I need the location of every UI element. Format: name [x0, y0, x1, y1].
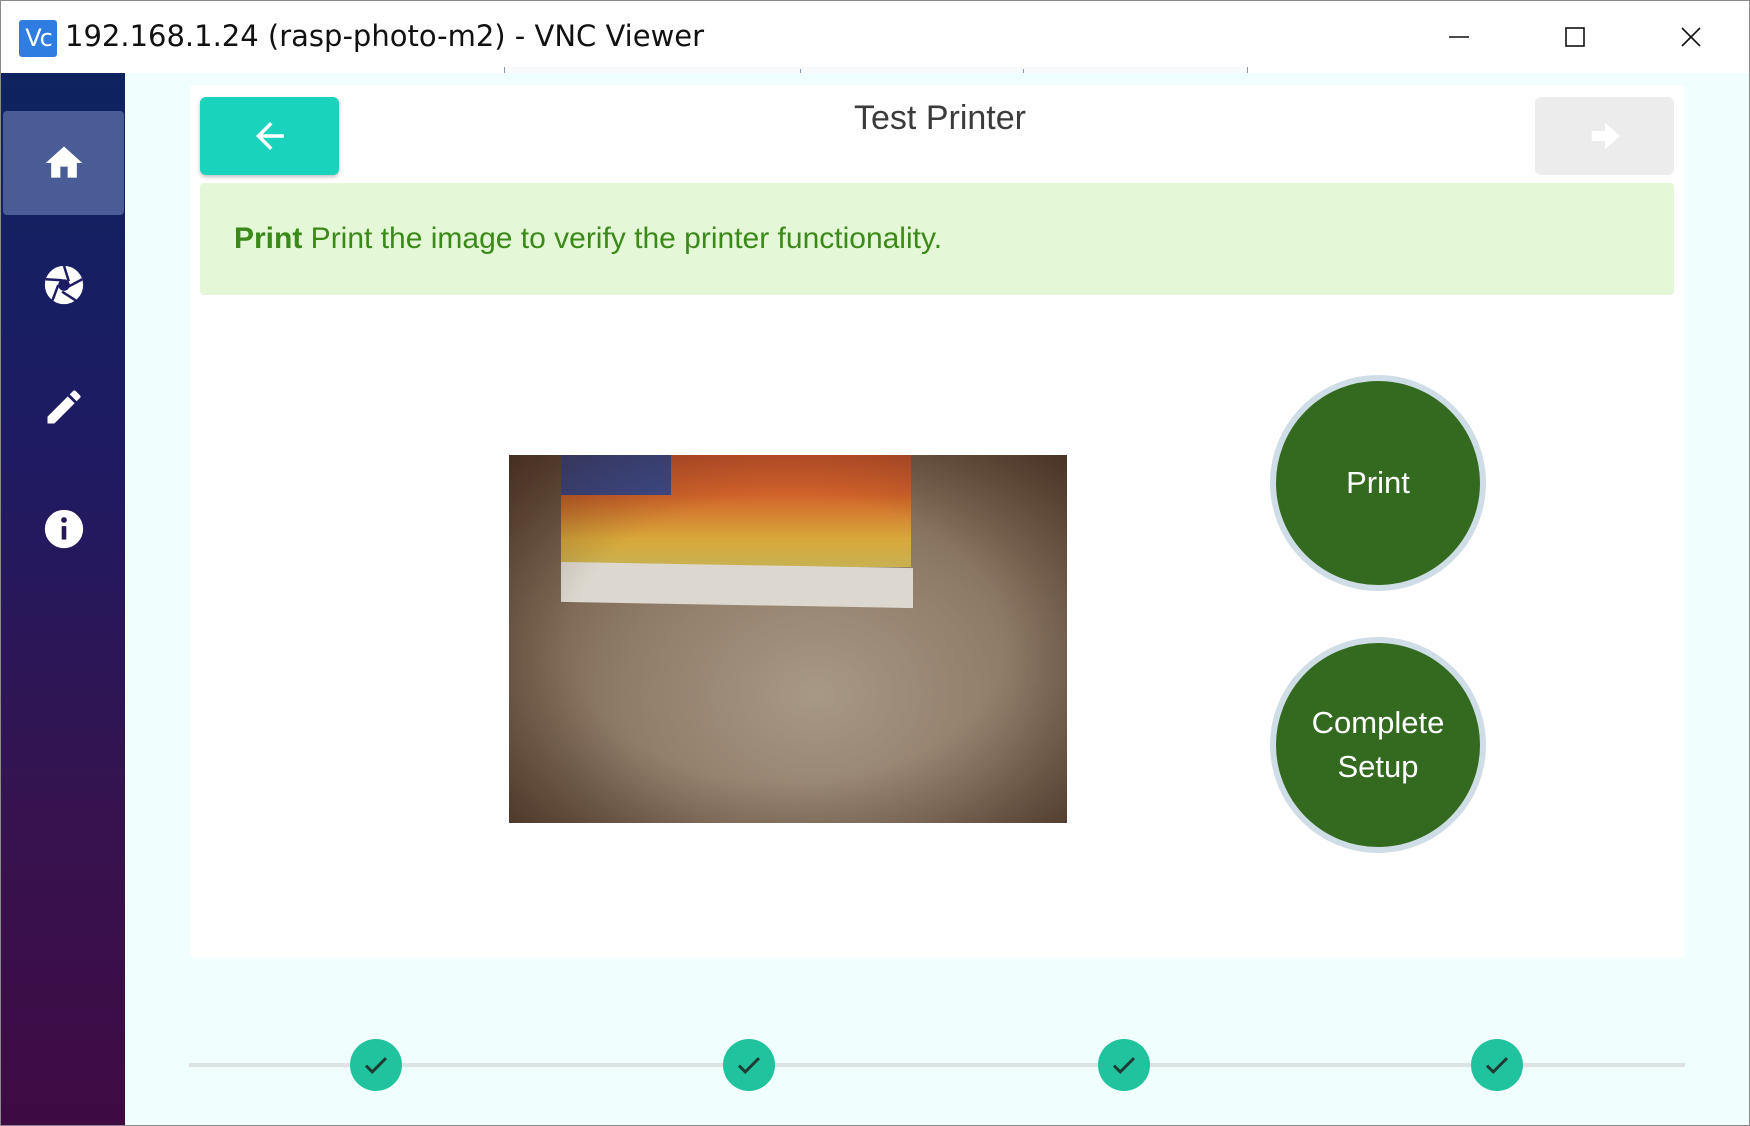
step-3-complete[interactable]	[1098, 1039, 1150, 1091]
sidebar	[1, 73, 125, 1125]
arrow-right-icon	[1591, 122, 1620, 150]
maximize-button[interactable]	[1517, 1, 1633, 73]
sidebar-item-camera[interactable]	[3, 233, 124, 337]
sidebar-item-info[interactable]	[3, 477, 124, 581]
check-icon	[737, 1057, 761, 1074]
page-title: Test Printer	[854, 99, 1026, 137]
close-icon	[1681, 27, 1701, 47]
alert-message: Print the image to verify the printer fu…	[302, 222, 943, 255]
test-print-image	[509, 455, 1067, 823]
check-icon	[1485, 1057, 1509, 1074]
arrow-left-icon	[255, 122, 284, 150]
remote-desktop: Test Printer Print Print the image to ve…	[1, 73, 1749, 1125]
home-icon	[45, 146, 82, 178]
complete-setup-button[interactable]: Complete Setup	[1270, 637, 1486, 853]
complete-setup-label: Complete Setup	[1311, 705, 1445, 784]
pencil-icon	[47, 390, 81, 424]
stepper-track	[189, 1063, 1685, 1067]
step-2-complete[interactable]	[723, 1039, 775, 1091]
maximize-icon	[1565, 27, 1585, 47]
print-button[interactable]: Print	[1270, 375, 1486, 591]
back-button[interactable]	[200, 97, 339, 175]
step-1-complete[interactable]	[350, 1039, 402, 1091]
check-icon	[364, 1057, 388, 1074]
alert-strong: Print	[234, 222, 303, 255]
setup-card: Test Printer Print Print the image to ve…	[190, 85, 1684, 958]
instruction-alert: Print Print the image to verify the prin…	[200, 183, 1674, 295]
close-button[interactable]	[1633, 1, 1749, 73]
print-button-label: Print	[1346, 465, 1410, 500]
next-button[interactable]	[1535, 97, 1674, 175]
title-bar[interactable]: Vc 192.168.1.24 (rasp-photo-m2) - VNC Vi…	[1, 1, 1749, 80]
check-icon	[1112, 1057, 1136, 1074]
vnc-app-icon: Vc	[19, 20, 57, 57]
info-icon	[44, 509, 83, 549]
camera-shutter-icon	[44, 265, 83, 305]
minimize-icon	[1449, 36, 1469, 38]
minimize-button[interactable]	[1401, 1, 1517, 73]
sidebar-item-home[interactable]	[3, 111, 124, 215]
alert-text: Print Print the image to verify the prin…	[234, 222, 942, 256]
sidebar-item-edit[interactable]	[3, 355, 124, 459]
vnc-viewer-window: Vc 192.168.1.24 (rasp-photo-m2) - VNC Vi…	[0, 0, 1750, 1126]
step-4-complete[interactable]	[1471, 1039, 1523, 1091]
window-title: 192.168.1.24 (rasp-photo-m2) - VNC Viewe…	[65, 19, 705, 53]
